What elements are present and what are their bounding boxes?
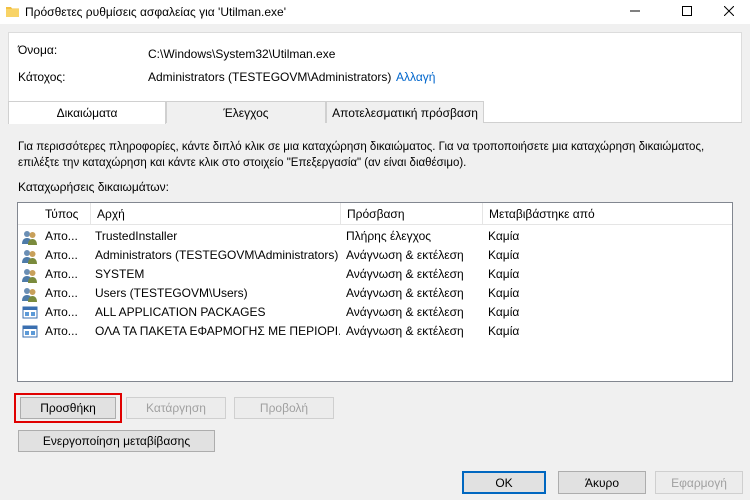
package-icon	[22, 324, 38, 340]
table-row[interactable]: Απο... SYSTEM Ανάγνωση & εκτέλεση Καμία	[18, 265, 732, 284]
maximize-icon	[682, 5, 692, 19]
minimize-button[interactable]	[612, 0, 658, 24]
cell-access: Ανάγνωση & εκτέλεση	[346, 267, 464, 281]
close-icon	[723, 5, 735, 19]
tab-effective-access[interactable]: Αποτελεσματική πρόσβαση	[326, 101, 484, 123]
permission-entries-list[interactable]: Τύπος Αρχή Πρόσβαση Μεταβιβάστηκε από Απ…	[17, 202, 733, 382]
tab-permissions[interactable]: Δικαιώματα	[8, 101, 166, 124]
list-header: Τύπος Αρχή Πρόσβαση Μεταβιβάστηκε από	[18, 203, 732, 225]
cell-inherited-from: Καμία	[488, 229, 520, 243]
remove-button[interactable]: Κατάργηση	[126, 397, 226, 419]
cell-type: Απο...	[45, 267, 78, 281]
cancel-button[interactable]: Άκυρο	[558, 471, 646, 494]
ok-button[interactable]: OK	[462, 471, 546, 494]
apply-button[interactable]: Εφαρμογή	[655, 471, 743, 494]
cell-access: Ανάγνωση & εκτέλεση	[346, 305, 464, 319]
cell-principal: ΟΛΑ ΤΑ ΠΑΚΕΤΑ ΕΦΑΡΜΟΓΗΣ ΜΕ ΠΕΡΙΟΡΙ...	[95, 324, 340, 338]
tab-auditing[interactable]: Έλεγχος	[166, 101, 326, 123]
users-icon	[22, 286, 38, 302]
users-icon	[22, 229, 38, 245]
table-row[interactable]: Απο... ALL APPLICATION PACKAGES Ανάγνωση &…	[18, 303, 732, 322]
cell-type: Απο...	[45, 305, 78, 319]
description-text: Για περισσότερες πληροφορίες, κάντε διπλ…	[18, 141, 705, 169]
table-row[interactable]: Απο... ΟΛΑ ΤΑ ΠΑΚΕΤΑ ΕΦΑΡΜΟΓΗΣ ΜΕ ΠΕΡΙΟΡΙ…	[18, 322, 732, 341]
package-icon	[22, 305, 38, 321]
owner-label: Κάτοχος:	[18, 70, 66, 84]
cell-principal: ALL APPLICATION PACKAGES	[95, 305, 266, 319]
cell-inherited-from: Καμία	[488, 305, 520, 319]
folder-icon	[6, 6, 19, 17]
cell-inherited-from: Καμία	[488, 286, 520, 300]
close-button[interactable]	[706, 0, 750, 24]
cell-principal: TrustedInstaller	[95, 229, 178, 243]
enable-inheritance-button[interactable]: Ενεργοποίηση μεταβίβασης	[18, 430, 215, 452]
cell-principal: Administrators (TESTEGOVM\Administrators…	[95, 248, 339, 262]
change-owner-link[interactable]: Αλλαγή	[396, 70, 435, 84]
cell-access: Ανάγνωση & εκτέλεση	[346, 248, 464, 262]
column-access[interactable]: Πρόσβαση	[341, 203, 483, 225]
cell-principal: Users (TESTEGOVM\Users)	[95, 286, 248, 300]
minimize-icon	[630, 5, 640, 19]
name-value[interactable]: C:\Windows\System32\Utilman.exe	[148, 47, 335, 61]
permission-entries-label: Καταχωρήσεις δικαιωμάτων:	[18, 180, 169, 194]
name-label: Όνομα:	[18, 43, 58, 57]
table-row[interactable]: Απο... TrustedInstaller Πλήρης έλεγχος Καμί…	[18, 227, 732, 246]
table-row[interactable]: Απο... Users (TESTEGOVM\Users) Ανάγνωση & …	[18, 284, 732, 303]
column-inherited-from[interactable]: Μεταβιβάστηκε από	[483, 203, 732, 225]
cell-inherited-from: Καμία	[488, 248, 520, 262]
users-icon	[22, 267, 38, 283]
cell-type: Απο...	[45, 248, 78, 262]
cell-inherited-from: Καμία	[488, 267, 520, 281]
cell-access: Ανάγνωση & εκτέλεση	[346, 286, 464, 300]
cell-inherited-from: Καμία	[488, 324, 520, 338]
table-row[interactable]: Απο... Administrators (TESTEGOVM\Administ…	[18, 246, 732, 265]
window-title: Πρόσθετες ρυθμίσεις ασφαλείας για 'Utilm…	[25, 5, 286, 19]
add-button-highlight	[14, 393, 122, 423]
cell-principal: SYSTEM	[95, 267, 145, 281]
owner-value: Administrators (TESTEGOVM\Administrators…	[148, 70, 392, 84]
cell-type: Απο...	[45, 286, 78, 300]
column-type[interactable]: Τύπος	[39, 203, 91, 225]
cell-access: Ανάγνωση & εκτέλεση	[346, 324, 464, 338]
users-icon	[22, 248, 38, 264]
cell-access: Πλήρης έλεγχος	[346, 229, 432, 243]
title-bar: Πρόσθετες ρυθμίσεις ασφαλείας για 'Utilm…	[0, 0, 750, 24]
column-principal[interactable]: Αρχή	[91, 203, 341, 225]
maximize-button[interactable]	[664, 0, 710, 24]
cell-type: Απο...	[45, 229, 78, 243]
view-button[interactable]: Προβολή	[234, 397, 334, 419]
cell-type: Απο...	[45, 324, 78, 338]
